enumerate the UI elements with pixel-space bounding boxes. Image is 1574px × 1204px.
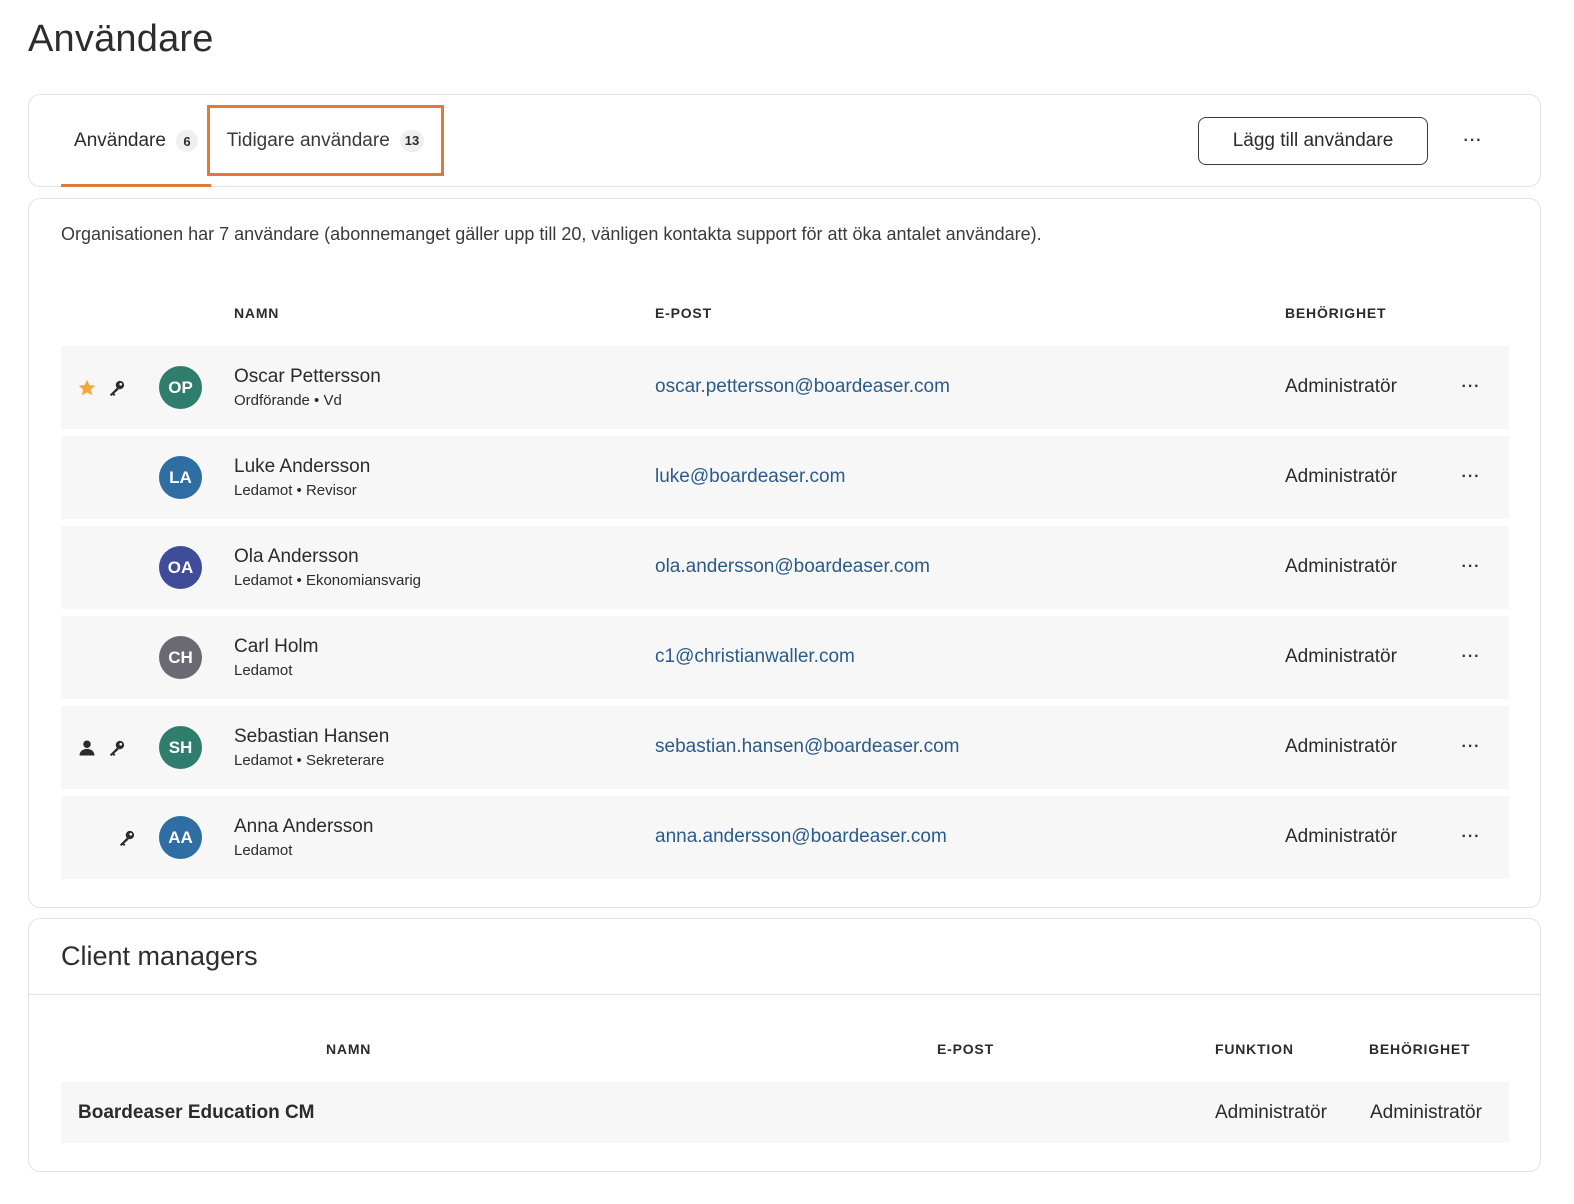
users-card: Organisationen har 7 användare (abonnema…: [28, 198, 1541, 908]
user-permission: Administratör: [1285, 736, 1397, 757]
user-email-link[interactable]: luke@boardeaser.com: [655, 466, 845, 488]
cm-function: Administratör: [1215, 1102, 1327, 1123]
cm-column-header-permission: BEHÖRIGHET: [1369, 1041, 1471, 1057]
person-icon: [77, 738, 97, 758]
table-row[interactable]: OA Ola Andersson Ledamot • Ekonomiansvarig…: [61, 526, 1509, 609]
user-email-link[interactable]: anna.andersson@boardeaser.com: [655, 826, 947, 848]
row-status-icons: [77, 346, 137, 429]
user-role: Ledamot • Sekreterare: [234, 752, 385, 769]
user-count-info: Organisationen har 7 användare (abonnema…: [61, 224, 1042, 244]
row-more-button[interactable]: ···: [1454, 553, 1488, 581]
avatar: LA: [159, 456, 202, 499]
user-email-link[interactable]: c1@christianwaller.com: [655, 646, 855, 668]
user-permission: Administratör: [1285, 826, 1397, 847]
tab-previous-users-count: 13: [399, 129, 425, 152]
cm-permission: Administratör: [1370, 1102, 1482, 1123]
key-icon: [117, 828, 137, 848]
table-row[interactable]: SH Sebastian Hansen Ledamot • Sekreterare s…: [61, 706, 1509, 789]
column-header-email: E-POST: [655, 305, 712, 321]
user-name: Anna Andersson: [234, 816, 374, 837]
avatar: OA: [159, 546, 202, 589]
row-status-icons: [77, 796, 137, 879]
tab-users[interactable]: Användare 6: [61, 95, 211, 187]
client-managers-card: Client managers NAMN E-POST FUNKTION BEH…: [28, 918, 1541, 1172]
user-permission: Administratör: [1285, 376, 1397, 397]
cm-name: Boardeaser Education CM: [78, 1102, 315, 1123]
user-name: Carl Holm: [234, 636, 319, 657]
user-role: Ledamot: [234, 662, 293, 679]
user-role: Ledamot • Revisor: [234, 482, 357, 499]
column-header-permission: BEHÖRIGHET: [1285, 305, 1387, 321]
page-title: Användare: [28, 18, 214, 60]
avatar: CH: [159, 636, 202, 679]
row-status-icons: [77, 526, 137, 609]
avatar: AA: [159, 816, 202, 859]
key-icon: [107, 378, 127, 398]
user-role: Ordförande • Vd: [234, 392, 342, 409]
user-name: Oscar Pettersson: [234, 366, 381, 387]
tab-users-label: Användare: [74, 130, 166, 151]
user-name: Luke Andersson: [234, 456, 371, 477]
tab-previous-users-label: Tidigare användare: [226, 129, 390, 151]
row-status-icons: [77, 706, 137, 789]
table-row[interactable]: OP Oscar Pettersson Ordförande • Vd oscar.p…: [61, 346, 1509, 429]
cm-column-header-name: NAMN: [326, 1041, 372, 1057]
column-header-name: NAMN: [234, 305, 280, 321]
cm-column-header-function: FUNKTION: [1215, 1041, 1294, 1057]
client-managers-title: Client managers: [61, 941, 258, 971]
user-email-link[interactable]: ola.andersson@boardeaser.com: [655, 556, 930, 578]
tab-previous-users[interactable]: Tidigare användare 13: [207, 105, 444, 176]
more-options-button[interactable]: ···: [1456, 127, 1490, 155]
table-row[interactable]: AA Anna Andersson Ledamot anna.andersson@bo…: [61, 796, 1509, 879]
user-permission: Administratör: [1285, 646, 1397, 667]
row-more-button[interactable]: ···: [1454, 823, 1488, 851]
row-more-button[interactable]: ···: [1454, 733, 1488, 761]
row-more-button[interactable]: ···: [1454, 463, 1488, 491]
add-user-button[interactable]: Lägg till användare: [1198, 117, 1428, 165]
user-role: Ledamot: [234, 842, 293, 859]
star-icon: [77, 378, 97, 398]
row-more-button[interactable]: ···: [1454, 643, 1488, 671]
row-status-icons: [77, 436, 137, 519]
user-email-link[interactable]: sebastian.hansen@boardeaser.com: [655, 736, 959, 758]
user-name: Ola Andersson: [234, 546, 359, 567]
avatar: OP: [159, 366, 202, 409]
avatar: SH: [159, 726, 202, 769]
row-more-button[interactable]: ···: [1454, 373, 1488, 401]
cm-column-header-email: E-POST: [937, 1041, 994, 1057]
user-name: Sebastian Hansen: [234, 726, 390, 747]
table-row[interactable]: CH Carl Holm Ledamot c1@christianwaller.com…: [61, 616, 1509, 699]
user-permission: Administratör: [1285, 466, 1397, 487]
user-permission: Administratör: [1285, 556, 1397, 577]
divider: [29, 994, 1540, 995]
tabs-card: Användare 6 Tidigare användare 13 Lägg t…: [28, 94, 1541, 187]
row-status-icons: [77, 616, 137, 699]
user-role: Ledamot • Ekonomiansvarig: [234, 572, 422, 589]
table-row[interactable]: LA Luke Andersson Ledamot • Revisor luke@bo…: [61, 436, 1509, 519]
tab-users-count: 6: [175, 130, 198, 152]
table-row[interactable]: Boardeaser Education CM Administratör Ad…: [61, 1082, 1509, 1143]
key-icon: [107, 738, 127, 758]
user-email-link[interactable]: oscar.pettersson@boardeaser.com: [655, 376, 950, 398]
